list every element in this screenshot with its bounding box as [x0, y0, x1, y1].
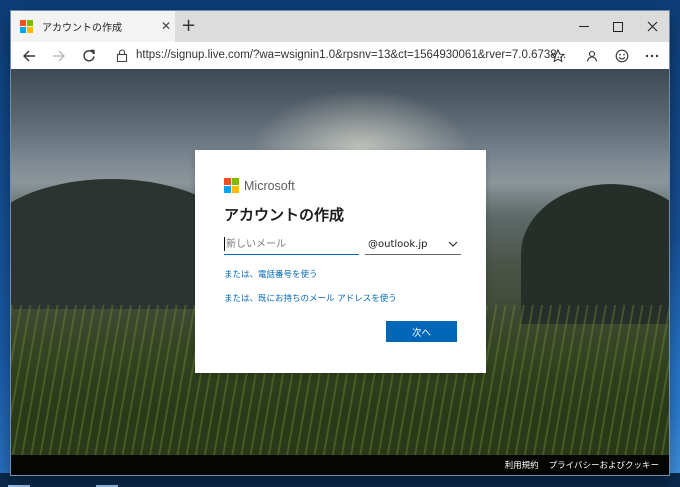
person-icon — [586, 50, 598, 62]
microsoft-logo-icon — [224, 178, 239, 193]
url-text: https://signup.live.com/?wa=wsignin1.0&r… — [136, 49, 566, 61]
tab-close-icon[interactable]: ✕ — [161, 19, 171, 33]
feedback-button[interactable] — [612, 46, 632, 66]
taskbar-app-button[interactable] — [8, 475, 30, 487]
address-bar[interactable]: https://signup.live.com/?wa=wsignin1.0&r… — [106, 44, 573, 66]
smiley-icon — [615, 49, 629, 63]
background-mountain — [521, 184, 669, 324]
maximize-icon — [613, 21, 623, 32]
maximize-button[interactable] — [601, 11, 635, 42]
close-icon — [647, 21, 657, 32]
new-tab-button[interactable]: + — [181, 15, 196, 36]
star-icon — [551, 49, 565, 63]
taskbar — [0, 473, 680, 487]
refresh-icon — [83, 49, 95, 62]
minimize-icon — [579, 26, 589, 27]
refresh-button[interactable] — [79, 46, 99, 66]
microsoft-logo-icon — [20, 20, 33, 33]
navigation-toolbar: https://signup.live.com/?wa=wsignin1.0&r… — [11, 42, 669, 70]
taskbar-app-button[interactable] — [96, 475, 118, 487]
privacy-cookies-link[interactable]: プライバシーおよびクッキー — [549, 459, 659, 471]
profile-button[interactable] — [582, 46, 602, 66]
back-button[interactable] — [19, 46, 39, 66]
browser-window: アカウントの作成 ✕ + https://signup.live.com/?wa… — [11, 11, 669, 475]
text-cursor — [224, 237, 225, 251]
signup-page: Microsoft アカウントの作成 @outlook.jp または、電話番号を… — [11, 69, 669, 475]
terms-link[interactable]: 利用規約 — [505, 459, 539, 471]
next-button[interactable]: 次へ — [386, 321, 457, 342]
lock-icon — [116, 48, 128, 62]
page-footer: 利用規約 プライバシーおよびクッキー — [11, 455, 669, 475]
domain-value: @outlook.jp — [368, 238, 428, 250]
minimize-button[interactable] — [567, 11, 601, 42]
signup-card: Microsoft アカウントの作成 @outlook.jp または、電話番号を… — [195, 150, 486, 373]
chevron-down-icon — [448, 241, 458, 247]
ellipsis-icon — [645, 54, 659, 58]
use-phone-number-link[interactable]: または、電話番号を使う — [224, 268, 318, 280]
page-title: アカウントの作成 — [224, 206, 345, 224]
tab-title: アカウントの作成 — [42, 23, 122, 34]
forward-button[interactable] — [49, 46, 69, 66]
back-arrow-icon — [23, 50, 35, 62]
use-existing-email-link[interactable]: または、既にお持ちのメール アドレスを使う — [224, 292, 397, 304]
microsoft-brand: Microsoft — [224, 178, 295, 193]
favorite-button[interactable] — [548, 46, 568, 66]
more-options-button[interactable] — [642, 46, 662, 66]
browser-tab[interactable]: アカウントの作成 ✕ — [11, 11, 175, 42]
close-window-button[interactable] — [635, 11, 669, 42]
forward-arrow-icon — [53, 50, 65, 62]
title-bar: アカウントの作成 ✕ + — [11, 11, 669, 42]
new-email-input[interactable] — [224, 234, 359, 255]
brand-name: Microsoft — [244, 178, 295, 193]
domain-select[interactable]: @outlook.jp — [365, 234, 461, 255]
